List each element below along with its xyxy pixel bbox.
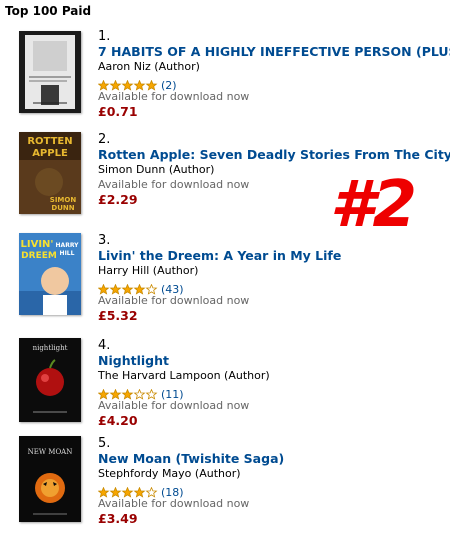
price: £0.71 (98, 104, 138, 119)
star-filled-icon (121, 388, 134, 400)
price: £5.32 (98, 308, 138, 323)
list-heading: Top 100 Paid (5, 4, 92, 18)
author-name: Stephfordy Mayo (Author) (98, 467, 241, 480)
cover-text: HILL (60, 250, 75, 257)
availability-text: Available for download now (98, 497, 250, 510)
cover-text: DUNN (51, 204, 74, 212)
star-filled-icon (121, 79, 134, 91)
star-filled-icon (109, 388, 122, 400)
rank-number: 1. (98, 29, 111, 44)
list-item: nightlight 4. Nightlight The Harvard Lam… (0, 338, 450, 438)
cover-text: APPLE (32, 148, 68, 159)
availability-text: Available for download now (98, 90, 250, 103)
cover-text: nightlight (33, 344, 68, 352)
star-empty-icon (145, 388, 158, 400)
star-filled-icon (133, 486, 146, 498)
book-cover-4[interactable]: nightlight (19, 338, 81, 422)
list-item: NEW MOAN 5. New Moan (Twishite Saga) Ste… (0, 436, 450, 536)
cover-text: NEW MOAN (28, 448, 73, 456)
book-title-link[interactable]: 7 HABITS OF A HIGHLY INEFFECTIVE PERSON … (98, 44, 450, 59)
star-filled-icon (97, 79, 110, 91)
availability-text: Available for download now (98, 178, 250, 191)
availability-text: Available for download now (98, 294, 250, 307)
star-filled-icon (109, 486, 122, 498)
author-name: Aaron Niz (Author) (98, 60, 200, 73)
rating-row: (2) (97, 75, 177, 92)
star-filled-icon (133, 79, 146, 91)
cover-text: HARRY (56, 242, 80, 249)
star-filled-icon (145, 79, 158, 91)
book-title-link[interactable]: New Moan (Twishite Saga) (98, 451, 450, 466)
price: £4.20 (98, 413, 138, 428)
book-title-link[interactable]: Nightlight (98, 353, 450, 368)
list-item: LIVIN' DREEM HARRY HILL 3. Livin' the Dr… (0, 233, 450, 333)
rating-row: (18) (97, 482, 184, 499)
rating-row: (43) (97, 279, 184, 296)
star-filled-icon (97, 388, 110, 400)
book-cover-1[interactable] (19, 31, 81, 113)
star-filled-icon (109, 283, 122, 295)
star-filled-icon (97, 283, 110, 295)
cover-text: LIVIN' (21, 239, 54, 250)
rank-overlay-text: #2 (330, 168, 417, 242)
star-filled-icon (133, 283, 146, 295)
rank-number: 3. (98, 233, 111, 248)
star-empty-icon (133, 388, 146, 400)
cover-text: SIMON (50, 196, 77, 204)
book-title-link[interactable]: Rotten Apple: Seven Deadly Stories From … (98, 147, 450, 162)
author-name: Simon Dunn (Author) (98, 163, 215, 176)
price: £3.49 (98, 511, 138, 526)
list-item: 1. 7 HABITS OF A HIGHLY INEFFECTIVE PERS… (0, 29, 450, 129)
star-empty-icon (145, 283, 158, 295)
rating-row: (11) (97, 384, 184, 401)
book-title-link[interactable]: Livin' the Dreem: A Year in My Life (98, 248, 450, 263)
rank-number: 5. (98, 436, 111, 451)
star-filled-icon (121, 486, 134, 498)
rank-number: 4. (98, 338, 111, 353)
price: £2.29 (98, 192, 138, 207)
star-empty-icon (145, 486, 158, 498)
book-cover-3[interactable]: LIVIN' DREEM HARRY HILL (19, 233, 81, 315)
rank-number: 2. (98, 132, 111, 147)
author-name: The Harvard Lampoon (Author) (98, 369, 270, 382)
book-cover-2[interactable]: ROTTEN APPLE SIMON DUNN (19, 132, 81, 214)
cover-text: DREEM (21, 251, 57, 261)
author-name: Harry Hill (Author) (98, 264, 199, 277)
availability-text: Available for download now (98, 399, 250, 412)
star-filled-icon (109, 79, 122, 91)
star-filled-icon (97, 486, 110, 498)
cover-text: ROTTEN (27, 136, 72, 147)
book-cover-5[interactable]: NEW MOAN (19, 436, 81, 522)
star-filled-icon (121, 283, 134, 295)
